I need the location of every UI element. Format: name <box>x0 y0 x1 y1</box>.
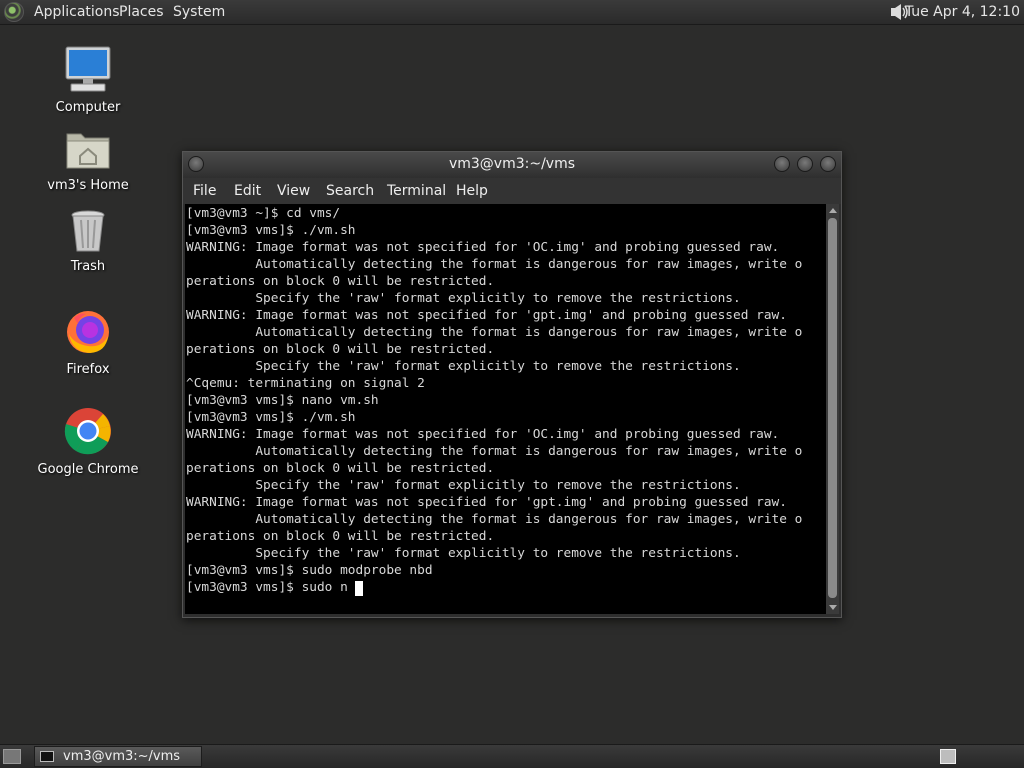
menu-help[interactable]: Help <box>456 182 488 200</box>
window-title: vm3@vm3:~/vms <box>448 156 576 172</box>
terminal-line: [vm3@vm3 vms]$ ./vm.sh <box>186 223 356 238</box>
terminal-line: Specify the 'raw' format explicitly to r… <box>186 359 741 374</box>
trash-icon <box>71 210 105 252</box>
terminal-line: [vm3@vm3 vms]$ sudo modprobe nbd <box>186 563 433 578</box>
terminal-line: Automatically detecting the format is da… <box>186 444 803 459</box>
terminal-line: WARNING: Image format was not specified … <box>186 308 787 323</box>
terminal-line: perations on block 0 will be restricted. <box>186 274 495 289</box>
menu-terminal[interactable]: Terminal <box>387 182 446 200</box>
terminal-icon <box>40 751 54 762</box>
terminal-line: Automatically detecting the format is da… <box>186 325 803 340</box>
terminal-line: perations on block 0 will be restricted. <box>186 461 495 476</box>
maximize-button[interactable] <box>797 156 813 172</box>
menu-system[interactable]: System <box>173 3 225 21</box>
terminal-line: WARNING: Image format was not specified … <box>186 427 780 442</box>
terminal-line: Specify the 'raw' format explicitly to r… <box>186 291 741 306</box>
taskbar-label: vm3@vm3:~/vms <box>63 749 181 764</box>
desktop-icon-home[interactable]: vm3's Home <box>33 128 143 193</box>
terminal-line: [vm3@vm3 ~]$ cd vms/ <box>186 206 341 221</box>
desktop-icon-label: Trash <box>70 259 106 274</box>
terminal-line: Automatically detecting the format is da… <box>186 257 803 272</box>
terminal-line: Automatically detecting the format is da… <box>186 512 803 527</box>
taskbar-terminal-button[interactable]: vm3@vm3:~/vms <box>34 746 202 767</box>
terminal-line: [vm3@vm3 vms]$ ./vm.sh <box>186 410 356 425</box>
terminal-prompt-line: [vm3@vm3 vms]$ sudo n <box>186 580 348 595</box>
desktop-icon-computer[interactable]: Computer <box>33 46 143 115</box>
desktop-icon-label: Firefox <box>66 362 110 377</box>
terminal-menubar: File Edit View Search Terminal Help <box>183 178 841 204</box>
scroll-up-icon[interactable] <box>829 208 837 213</box>
terminal-line: ^Cqemu: terminating on signal 2 <box>186 376 425 391</box>
terminal-line: WARNING: Image format was not specified … <box>186 495 787 510</box>
bottom-panel: vm3@vm3:~/vms <box>0 744 1024 768</box>
menu-file[interactable]: File <box>193 182 216 200</box>
minimize-button[interactable] <box>774 156 790 172</box>
terminal-line: Specify the 'raw' format explicitly to r… <box>186 478 741 493</box>
terminal-line: [vm3@vm3 vms]$ nano vm.sh <box>186 393 379 408</box>
top-panel: Applications Places System Tue Apr 4, 12… <box>0 0 1024 25</box>
menu-edit[interactable]: Edit <box>234 182 261 200</box>
window-menu-icon[interactable] <box>188 156 204 172</box>
terminal-line: Specify the 'raw' format explicitly to r… <box>186 546 741 561</box>
terminal-output[interactable]: [vm3@vm3 ~]$ cd vms/ [vm3@vm3 vms]$ ./vm… <box>185 204 826 614</box>
terminal-line: perations on block 0 will be restricted. <box>186 342 495 357</box>
chrome-icon <box>64 408 111 455</box>
window-titlebar[interactable]: vm3@vm3:~/vms <box>183 152 841 178</box>
terminal-scrollbar[interactable] <box>826 204 839 614</box>
workspace-switcher[interactable] <box>940 749 956 764</box>
firefox-icon <box>67 311 109 353</box>
menu-applications[interactable]: Applications <box>34 3 120 21</box>
terminal-window[interactable]: vm3@vm3:~/vms File Edit View Search Term… <box>182 151 842 618</box>
terminal-cursor <box>355 581 363 596</box>
clock[interactable]: Tue Apr 4, 12:10 <box>905 3 1020 21</box>
computer-icon <box>65 46 111 92</box>
desktop-icon-label: vm3's Home <box>47 178 129 193</box>
show-desktop-icon[interactable] <box>3 749 21 764</box>
menu-search[interactable]: Search <box>326 182 374 200</box>
gnome-foot-icon[interactable] <box>4 2 24 22</box>
desktop-icon-chrome[interactable]: Google Chrome <box>33 406 143 477</box>
desktop-icon-trash[interactable]: Trash <box>33 209 143 274</box>
terminal-line: WARNING: Image format was not specified … <box>186 240 780 255</box>
close-button[interactable] <box>820 156 836 172</box>
desktop-icon-label: Google Chrome <box>37 462 139 477</box>
menu-view[interactable]: View <box>277 182 310 200</box>
terminal-line: perations on block 0 will be restricted. <box>186 529 495 544</box>
scroll-down-icon[interactable] <box>829 605 837 610</box>
desktop-icon-label: Computer <box>55 100 121 115</box>
home-folder-icon <box>66 133 110 169</box>
scrollbar-thumb[interactable] <box>828 218 837 598</box>
desktop-icon-firefox[interactable]: Firefox <box>33 308 143 377</box>
menu-places[interactable]: Places <box>119 3 164 21</box>
